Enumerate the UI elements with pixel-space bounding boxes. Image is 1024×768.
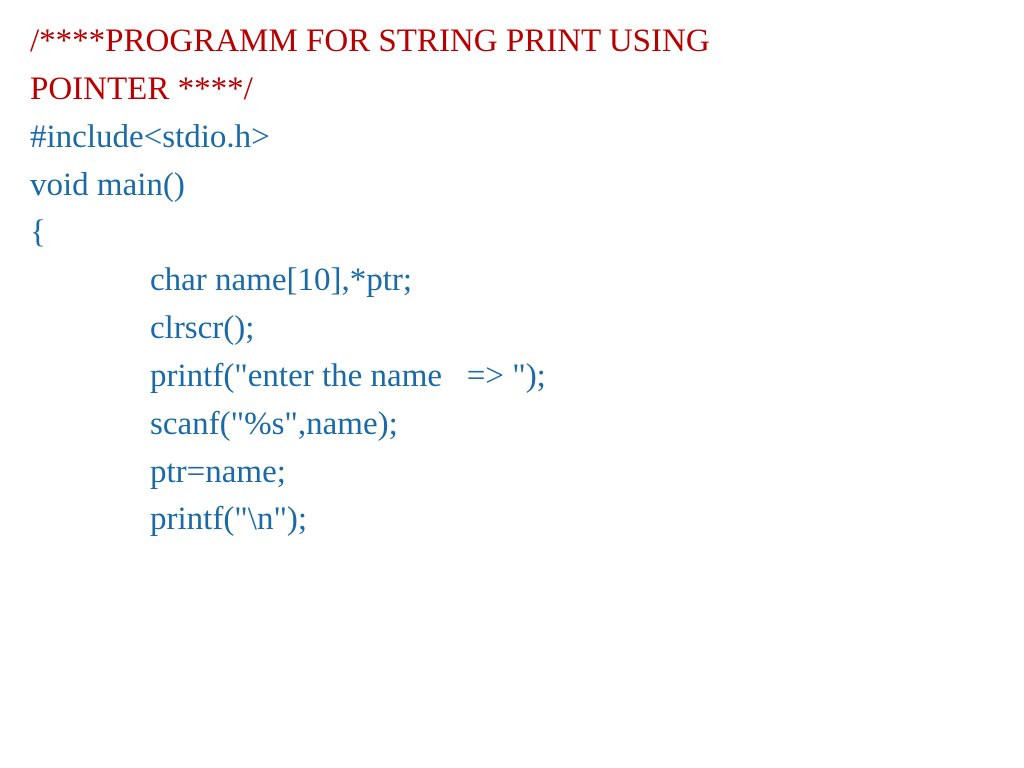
- open-brace: {: [30, 209, 994, 257]
- clrscr-call: clrscr();: [30, 305, 994, 353]
- ptr-assignment: ptr=name;: [30, 449, 994, 497]
- var-declaration: char name[10],*ptr;: [30, 257, 994, 305]
- scanf-call: scanf("%s",name);: [30, 401, 994, 449]
- printf-prompt: printf("enter the name => ");: [30, 353, 994, 401]
- code-block: /****PROGRAMM FOR STRING PRINT USING POI…: [30, 18, 994, 544]
- main-declaration: void main(): [30, 162, 994, 210]
- comment-line-2: POINTER ****/: [30, 66, 994, 114]
- include-line: #include<stdio.h>: [30, 114, 994, 162]
- comment-line-1: /****PROGRAMM FOR STRING PRINT USING: [30, 18, 994, 66]
- printf-newline: printf("\n");: [30, 496, 994, 544]
